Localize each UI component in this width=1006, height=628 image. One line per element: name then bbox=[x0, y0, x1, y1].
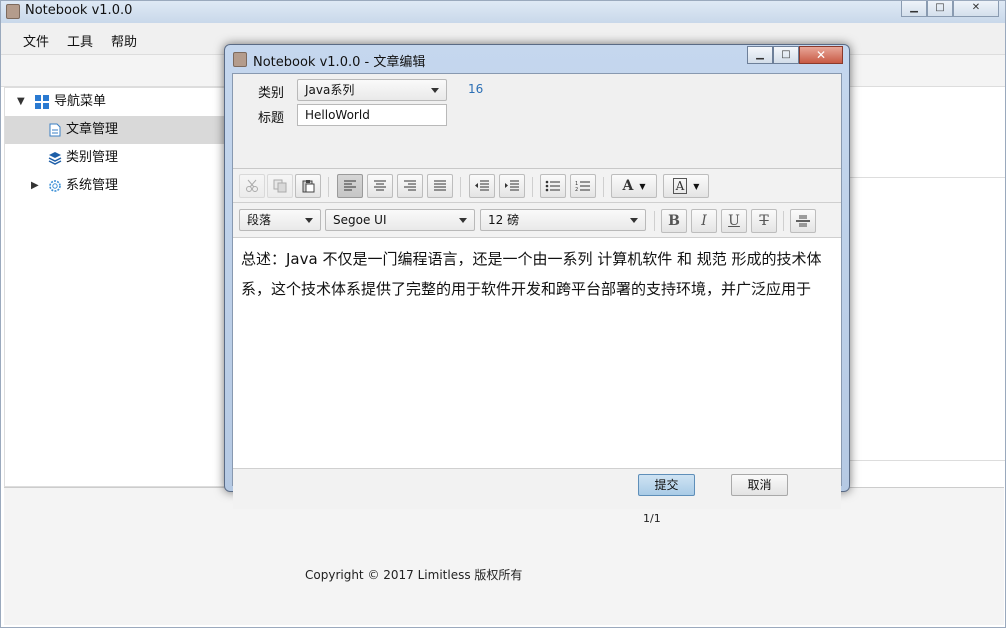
cut-icon[interactable] bbox=[239, 174, 265, 198]
dialog-title: Notebook v1.0.0 - 文章编辑 bbox=[253, 55, 426, 70]
document-icon bbox=[48, 123, 62, 137]
toolbar-separator bbox=[460, 177, 461, 197]
page-info: 1/1 bbox=[643, 512, 661, 525]
toolbar-separator bbox=[328, 177, 329, 197]
main-titlebar[interactable]: Notebook v1.0.0 ▁ □ ✕ bbox=[1, 1, 1005, 23]
svg-text:2: 2 bbox=[575, 187, 578, 192]
toolbar-separator bbox=[532, 177, 533, 197]
close-button[interactable]: ✕ bbox=[953, 1, 999, 17]
copyright-text: Copyright © 2017 Limitless 版权所有 bbox=[305, 568, 523, 582]
app-notebook-icon bbox=[233, 52, 247, 67]
align-right-icon[interactable] bbox=[397, 174, 423, 198]
tree-root-nav-menu[interactable]: ▼ 导航菜单 bbox=[5, 88, 225, 116]
category-label: 类别 bbox=[258, 86, 285, 101]
navigation-tree: ▼ 导航菜单 文章管理 类别管理 ▶ 系统管理 bbox=[4, 87, 226, 487]
submit-button[interactable]: 提交 bbox=[638, 474, 695, 496]
dialog-maximize-button[interactable]: □ bbox=[773, 46, 799, 64]
copy-icon[interactable] bbox=[267, 174, 293, 198]
toolbar-separator bbox=[603, 177, 604, 197]
article-count: 16 bbox=[468, 82, 484, 96]
numbered-list-icon[interactable]: 12 bbox=[570, 174, 596, 198]
outdent-icon[interactable] bbox=[469, 174, 495, 198]
menu-tools[interactable]: 工具 bbox=[67, 31, 93, 50]
editor-toolbar-row-1: 12 A ▼ A ▼ bbox=[233, 169, 841, 203]
italic-button[interactable]: I bbox=[691, 209, 717, 233]
indent-icon[interactable] bbox=[499, 174, 525, 198]
dialog-body: 类别 Java系列 16 标题 HelloWorld 1 2 A ▼ A ▼ 段… bbox=[232, 73, 842, 509]
grid-icon bbox=[35, 95, 49, 109]
tree-item-system[interactable]: ▶ 系统管理 bbox=[5, 172, 225, 200]
tree-item-categories[interactable]: 类别管理 bbox=[5, 144, 225, 172]
chevron-down-icon bbox=[630, 218, 638, 223]
title-label: 标题 bbox=[258, 111, 285, 126]
collapse-arrow-icon[interactable]: ▶ bbox=[31, 172, 39, 200]
horizontal-rule-icon[interactable] bbox=[790, 209, 816, 233]
align-justify-icon[interactable] bbox=[427, 174, 453, 198]
bullet-list-icon[interactable] bbox=[540, 174, 566, 198]
dialog-footer: 提交 取消 bbox=[233, 468, 841, 509]
paragraph-value: 段落 bbox=[247, 213, 272, 227]
rich-text-editor: 12 A ▼ A ▼ 段落 Segoe UI 12 磅 B I U T 总述：J… bbox=[233, 168, 841, 509]
font-size-select[interactable]: 12 磅 bbox=[480, 209, 646, 231]
title-input[interactable] bbox=[297, 104, 447, 126]
dialog-titlebar[interactable]: Notebook v1.0.0 - 文章编辑 ▁ □ ✕ bbox=[225, 45, 849, 73]
editor-content[interactable]: 总述：Java 不仅是一门编程语言，还是一个由一系列 计算机软件 和 规范 形成… bbox=[233, 238, 841, 468]
main-window-title: Notebook v1.0.0 bbox=[25, 3, 133, 18]
paragraph-select[interactable]: 段落 bbox=[239, 209, 321, 231]
editor-toolbar-row-2: 段落 Segoe UI 12 磅 B I U T bbox=[233, 203, 841, 238]
tree-label: 导航菜单 bbox=[54, 94, 107, 109]
strikethrough-button[interactable]: T bbox=[751, 209, 777, 233]
paste-icon[interactable] bbox=[295, 174, 321, 198]
cancel-button[interactable]: 取消 bbox=[731, 474, 788, 496]
font-size-value: 12 磅 bbox=[488, 213, 520, 227]
toolbar-separator bbox=[783, 211, 784, 231]
menu-help[interactable]: 帮助 bbox=[111, 31, 137, 50]
font-family-select[interactable]: Segoe UI bbox=[325, 209, 475, 231]
align-left-icon[interactable] bbox=[337, 174, 363, 198]
minimize-button[interactable]: ▁ bbox=[901, 1, 927, 17]
dialog-close-button[interactable]: ✕ bbox=[799, 46, 843, 64]
bold-button[interactable]: B bbox=[661, 209, 687, 233]
maximize-button[interactable]: □ bbox=[927, 1, 953, 17]
chevron-down-icon bbox=[459, 218, 467, 223]
tree-label: 系统管理 bbox=[66, 178, 119, 193]
expand-arrow-icon[interactable]: ▼ bbox=[17, 88, 25, 116]
align-center-icon[interactable] bbox=[367, 174, 393, 198]
chevron-down-icon bbox=[431, 88, 439, 93]
font-family-value: Segoe UI bbox=[333, 213, 387, 227]
layers-icon bbox=[48, 151, 62, 165]
article-edit-dialog: Notebook v1.0.0 - 文章编辑 ▁ □ ✕ 类别 Java系列 1… bbox=[224, 44, 850, 509]
category-value: Java系列 bbox=[305, 83, 355, 97]
tree-item-articles[interactable]: 文章管理 bbox=[5, 116, 225, 144]
app-notebook-icon bbox=[6, 4, 20, 19]
underline-button[interactable]: U bbox=[721, 209, 747, 233]
toolbar-separator bbox=[654, 211, 655, 231]
category-select[interactable]: Java系列 bbox=[297, 79, 447, 101]
highlight-color-icon[interactable]: A ▼ bbox=[663, 174, 709, 198]
chevron-down-icon bbox=[305, 218, 313, 223]
tree-label: 类别管理 bbox=[66, 150, 119, 165]
gear-icon bbox=[48, 179, 62, 193]
menu-file[interactable]: 文件 bbox=[23, 31, 49, 50]
tree-label: 文章管理 bbox=[66, 122, 119, 137]
text-color-icon[interactable]: A ▼ bbox=[611, 174, 657, 198]
dialog-minimize-button[interactable]: ▁ bbox=[747, 46, 773, 64]
